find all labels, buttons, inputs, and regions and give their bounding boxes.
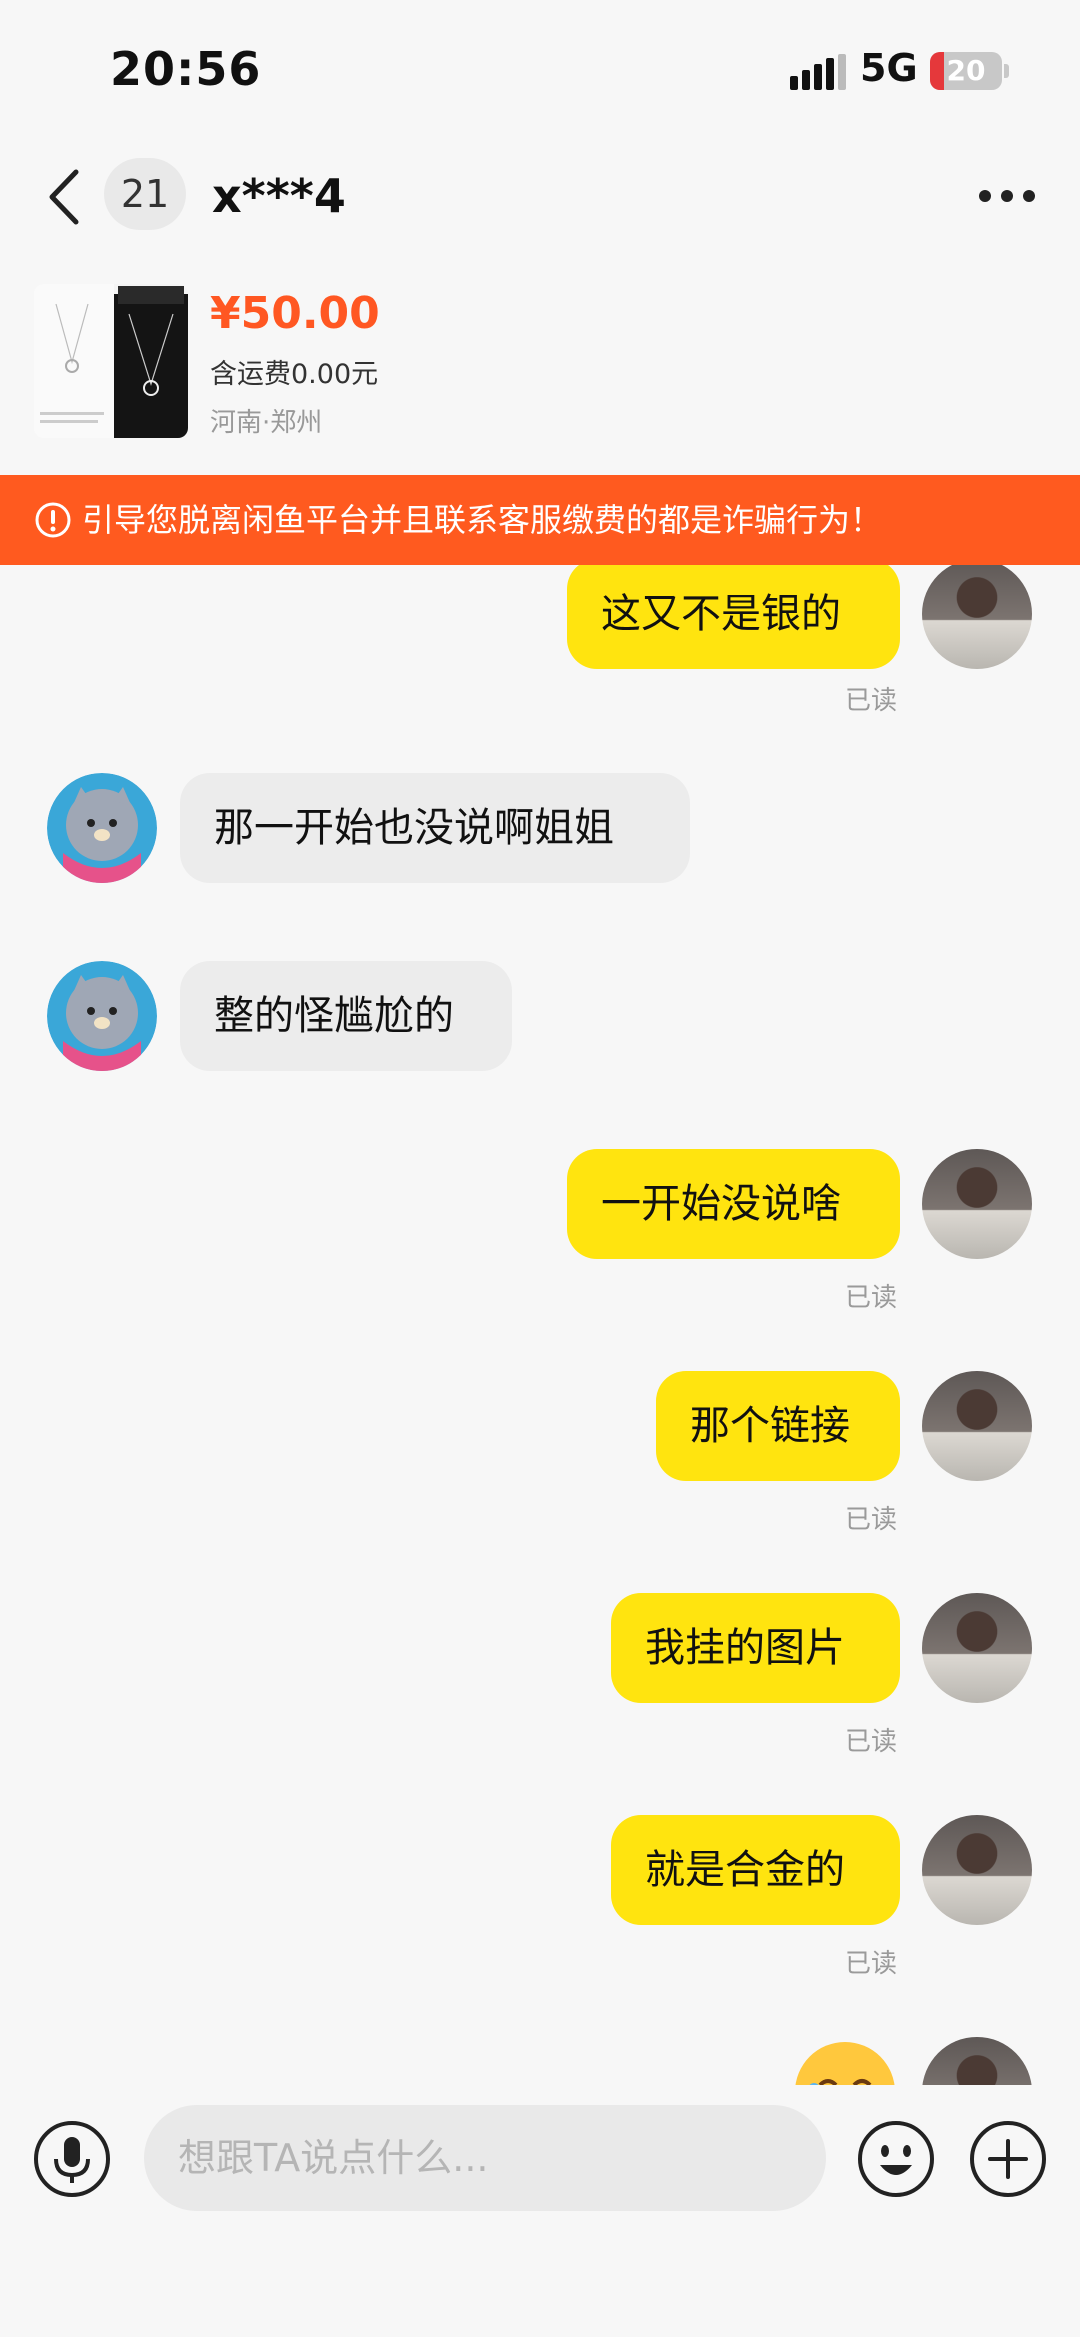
product-location: 河南·郑州	[210, 408, 323, 438]
product-card[interactable]: ¥50.00 含运费0.00元 河南·郑州	[0, 260, 1080, 475]
product-price: ¥50.00	[210, 288, 380, 339]
incoming-message[interactable]: 整的怪尴尬的	[180, 961, 512, 1071]
network-type: 5G	[860, 46, 918, 90]
incoming-message[interactable]: 那一开始也没说啊姐姐	[180, 773, 690, 883]
crying-laughing-emoji-icon[interactable]	[790, 2037, 900, 2085]
message-list[interactable]: 这又不是银的 已读 那一开始也没说啊姐姐 整的怪尴尬的 一开始没说啥 已读 那个…	[0, 565, 1080, 2085]
message-input[interactable]	[144, 2105, 826, 2211]
plus-icon[interactable]	[968, 2119, 1048, 2199]
status-time: 20:56	[110, 42, 262, 96]
emoji-icon[interactable]	[856, 2119, 936, 2199]
my-avatar[interactable]	[922, 1815, 1032, 1925]
outgoing-message[interactable]: 这又不是银的	[567, 565, 900, 669]
my-avatar[interactable]	[922, 1593, 1032, 1703]
back-arrow-icon[interactable]	[42, 162, 90, 232]
shipping-fee: 含运费0.00元	[210, 359, 379, 390]
my-avatar[interactable]	[922, 2037, 1032, 2085]
my-avatar[interactable]	[922, 1149, 1032, 1259]
battery-icon: 20	[930, 52, 1002, 90]
read-status: 已读	[845, 1949, 898, 1979]
more-options-icon[interactable]	[975, 180, 1039, 212]
input-bar	[0, 2085, 1080, 2337]
unread-count-badge[interactable]: 21	[104, 158, 186, 230]
outgoing-message[interactable]: 就是合金的	[611, 1815, 900, 1925]
warning-icon	[35, 502, 71, 538]
signal-icon	[790, 54, 846, 90]
read-status: 已读	[845, 1505, 898, 1535]
fraud-warning-banner: 引导您脱离闲鱼平台并且联系客服缴费的都是诈骗行为！	[0, 475, 1080, 565]
battery-tip	[1004, 64, 1009, 78]
read-status: 已读	[845, 686, 898, 716]
outgoing-message[interactable]: 一开始没说啥	[567, 1149, 900, 1259]
outgoing-message[interactable]: 我挂的图片	[611, 1593, 900, 1703]
my-avatar[interactable]	[922, 1371, 1032, 1481]
chat-title: x***4	[212, 169, 346, 223]
microphone-icon[interactable]	[32, 2119, 112, 2199]
battery-level: 20	[946, 54, 986, 87]
warning-text: 引导您脱离闲鱼平台并且联系客服缴费的都是诈骗行为！	[82, 501, 883, 539]
seller-avatar[interactable]	[47, 961, 157, 1071]
product-thumbnail[interactable]	[34, 284, 188, 438]
chat-header: 21 x***4	[0, 140, 1080, 260]
my-avatar[interactable]	[922, 565, 1032, 669]
seller-avatar[interactable]	[47, 773, 157, 883]
read-status: 已读	[845, 1727, 898, 1757]
status-bar: 20:56 5G 20	[0, 0, 1080, 140]
read-status: 已读	[845, 1283, 898, 1313]
outgoing-message[interactable]: 那个链接	[656, 1371, 900, 1481]
